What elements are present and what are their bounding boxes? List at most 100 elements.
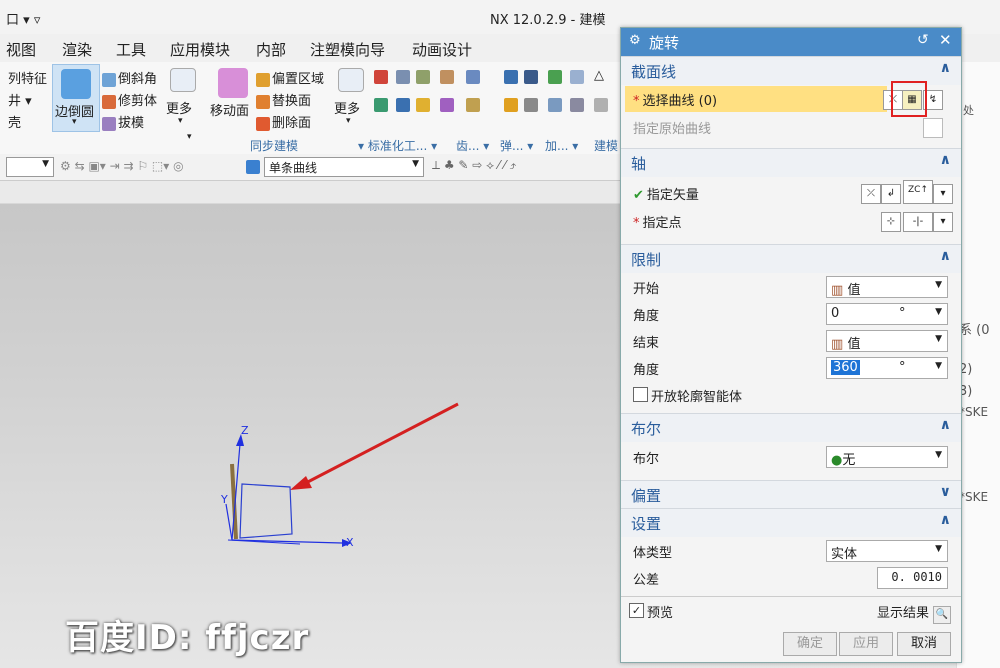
- tool-icon[interactable]: [396, 98, 410, 112]
- filter-icon[interactable]: [246, 160, 260, 174]
- open-profile-checkbox[interactable]: [633, 387, 648, 402]
- select-curve-row[interactable]: * 选择曲线 (0): [625, 86, 887, 112]
- group-modeling: 建模: [594, 139, 619, 153]
- small-tool-row-2: [374, 98, 614, 118]
- draft-button[interactable]: 拔模: [102, 112, 144, 131]
- point-type-icon[interactable]: -|-: [903, 212, 933, 232]
- tool-icon[interactable]: [504, 70, 518, 84]
- delete-face-button[interactable]: 删除面: [256, 112, 311, 131]
- section-header-offset[interactable]: 偏置 ∨: [621, 480, 961, 509]
- y-axis-label: Y: [221, 493, 228, 506]
- menu-internal[interactable]: 内部: [256, 39, 286, 60]
- quick-access[interactable]: 口 ▾ ▿: [6, 9, 40, 28]
- tolerance-input[interactable]: 0. 0010: [877, 567, 948, 589]
- boolean-dropdown[interactable]: ●无 ▼: [826, 446, 948, 468]
- end-angle-input[interactable]: 360 ° ▼: [826, 357, 948, 379]
- tool-icon[interactable]: [548, 98, 562, 112]
- section-header-limits[interactable]: 限制 ∧: [621, 244, 961, 273]
- group-gear[interactable]: 齿... ▾: [456, 137, 489, 154]
- small-tool-row-1: △: [374, 68, 614, 90]
- tool-icon[interactable]: [594, 98, 608, 112]
- tool-icon[interactable]: [396, 70, 410, 84]
- snap-icons[interactable]: ⟂ ♣ ✎ ⇨ ⟡ ⁄ ⁄ ⤴: [432, 158, 516, 173]
- filter-icons[interactable]: ⚙ ⇆ ▣▾ ⇥ ⇉ ⚐ ⬚▾ ◎: [60, 159, 184, 173]
- point-dropdown[interactable]: ▾: [933, 212, 953, 232]
- apply-button[interactable]: 应用: [839, 632, 893, 656]
- trim-body-button[interactable]: 修剪体: [102, 90, 157, 109]
- preview-checkbox[interactable]: ✓: [629, 603, 644, 618]
- tool-icon[interactable]: [524, 98, 538, 112]
- gear-icon[interactable]: ⚙: [629, 33, 641, 48]
- collapse-icon[interactable]: ∧: [940, 512, 951, 528]
- chamfer-button[interactable]: 倒斜角: [102, 68, 157, 87]
- tool-icon[interactable]: [374, 70, 388, 84]
- more-button-2[interactable]: 更多 ▾: [334, 64, 368, 130]
- collapse-icon[interactable]: ∧: [940, 417, 951, 433]
- ribbon-hole[interactable]: 井 ▾: [8, 90, 32, 109]
- ok-button[interactable]: 确定: [783, 632, 837, 656]
- menu-view[interactable]: 视图: [6, 39, 36, 60]
- tool-icon[interactable]: [466, 98, 480, 112]
- sketch-curve[interactable]: [239, 483, 293, 539]
- menu-animation[interactable]: 动画设计: [412, 39, 472, 60]
- ribbon-array-feature[interactable]: 列特征: [8, 68, 47, 87]
- collapse-icon[interactable]: ∧: [940, 248, 951, 264]
- open-profile-row[interactable]: 开放轮廓智能体: [621, 382, 961, 408]
- menu-render[interactable]: 渲染: [62, 39, 92, 60]
- trim-body-icon: [102, 94, 116, 109]
- tool-icon[interactable]: [504, 98, 518, 112]
- group-spring[interactable]: 弹... ▾: [500, 137, 533, 154]
- dialog-title-bar[interactable]: ⚙ 旋转 ↺ ✕: [621, 28, 961, 56]
- reset-icon[interactable]: ↺: [917, 32, 929, 48]
- group-sync-modeling: 同步建模: [250, 139, 299, 153]
- point-dialog-icon[interactable]: ⊹: [881, 212, 901, 232]
- edge-blend-button[interactable]: 边倒圆 ▾: [52, 64, 100, 132]
- section-header-boolean[interactable]: 布尔 ∧: [621, 413, 961, 442]
- side-item[interactable]: *SKE: [959, 490, 988, 504]
- cancel-button[interactable]: 取消: [897, 632, 951, 656]
- tool-icon[interactable]: [524, 70, 538, 84]
- end-type-dropdown[interactable]: ▥ 值 ▼: [826, 330, 948, 352]
- tool-icon[interactable]: [416, 98, 430, 112]
- menu-mold-wizard[interactable]: 注塑模向导: [310, 39, 385, 60]
- type-filter-dropdown[interactable]: ▼: [6, 157, 54, 177]
- section-header-settings[interactable]: 设置 ∧: [621, 508, 961, 537]
- zc-vector-icon[interactable]: ZC↑: [903, 180, 933, 204]
- ribbon-shell[interactable]: 壳: [8, 112, 21, 131]
- tool-icon[interactable]: [374, 98, 388, 112]
- vector-dialog-icon[interactable]: ↲: [881, 184, 901, 204]
- reverse-direction-icon[interactable]: ⤫: [861, 184, 881, 204]
- tool-icon[interactable]: [466, 70, 480, 84]
- move-face-button[interactable]: 移动面: [208, 64, 254, 130]
- expand-icon[interactable]: ∨: [940, 484, 951, 500]
- tool-icon[interactable]: [570, 70, 584, 84]
- offset-region-button[interactable]: 偏置区域: [256, 68, 324, 87]
- side-item[interactable]: *SKE: [959, 405, 988, 419]
- menu-tools[interactable]: 工具: [116, 39, 146, 60]
- group-add[interactable]: 加... ▾: [545, 137, 578, 154]
- tool-icon[interactable]: [416, 70, 430, 84]
- tool-icon[interactable]: [440, 98, 454, 112]
- menu-application[interactable]: 应用模块: [170, 39, 230, 60]
- collapse-icon[interactable]: ∧: [940, 60, 951, 76]
- section-header-axis[interactable]: 轴 ∧: [621, 148, 961, 177]
- more-button-1[interactable]: 更多 ▾: [166, 64, 200, 130]
- tool-icon[interactable]: [570, 98, 584, 112]
- replace-face-button[interactable]: 替换面: [256, 90, 311, 109]
- window-title: NX 12.0.2.9 - 建模: [490, 13, 606, 28]
- show-result-button[interactable]: 显示结果 🔍: [877, 602, 952, 624]
- collapse-icon[interactable]: ∧: [940, 152, 951, 168]
- side-item[interactable]: 系 (0: [959, 319, 989, 338]
- vector-dropdown[interactable]: ▾: [933, 184, 953, 204]
- start-angle-input[interactable]: 0 ° ▼: [826, 303, 948, 325]
- tool-icon[interactable]: [440, 70, 454, 84]
- triangle-icon[interactable]: △: [594, 68, 604, 83]
- body-type-dropdown[interactable]: 实体 ▼: [826, 540, 948, 562]
- revolve-dialog: ⚙ 旋转 ↺ ✕ 截面线 ∧ * 选择曲线 (0) ⤫ ▦ ↯ 指定原始曲线 轴 ∧ …: [620, 27, 962, 663]
- watermark: 百度ID: ffjczr: [65, 618, 310, 658]
- start-type-dropdown[interactable]: ▥ 值 ▼: [826, 276, 948, 298]
- tool-icon[interactable]: [548, 70, 562, 84]
- group-standard[interactable]: ▾ 标准化工... ▾: [358, 137, 437, 154]
- close-icon[interactable]: ✕: [939, 31, 952, 49]
- curve-rule-dropdown[interactable]: 单条曲线 ▼: [264, 157, 424, 177]
